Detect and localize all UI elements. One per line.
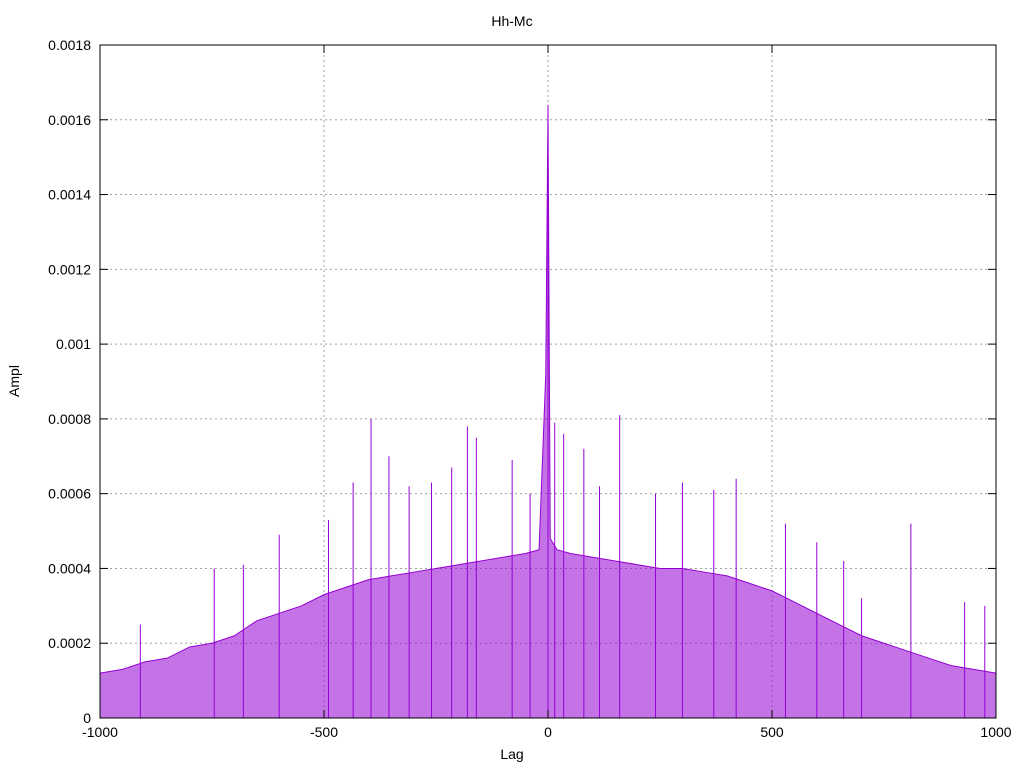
y-tick-label: 0.0002 [48,635,91,651]
y-tick-label: 0.0012 [48,261,91,277]
y-tick-label: 0.0018 [48,37,91,53]
y-tick-label: 0.0008 [48,411,91,427]
x-tick-label: -1000 [82,724,118,740]
y-tick-label: 0.0006 [48,486,91,502]
x-tick-label: 0 [544,724,552,740]
y-tick-label: 0.0014 [48,187,91,203]
x-tick-label: -500 [310,724,338,740]
x-tick-label: 500 [760,724,784,740]
y-tick-label: 0.001 [56,336,91,352]
chart-plot: 0 0.0002 0.0004 0.0006 0.0008 0.001 0.0012 0.00… [48,37,1012,740]
y-tick-label: 0.0004 [48,560,91,576]
y-tick-label: 0.0016 [48,112,91,128]
data-series [99,104,997,719]
x-tick-label: 1000 [980,724,1011,740]
